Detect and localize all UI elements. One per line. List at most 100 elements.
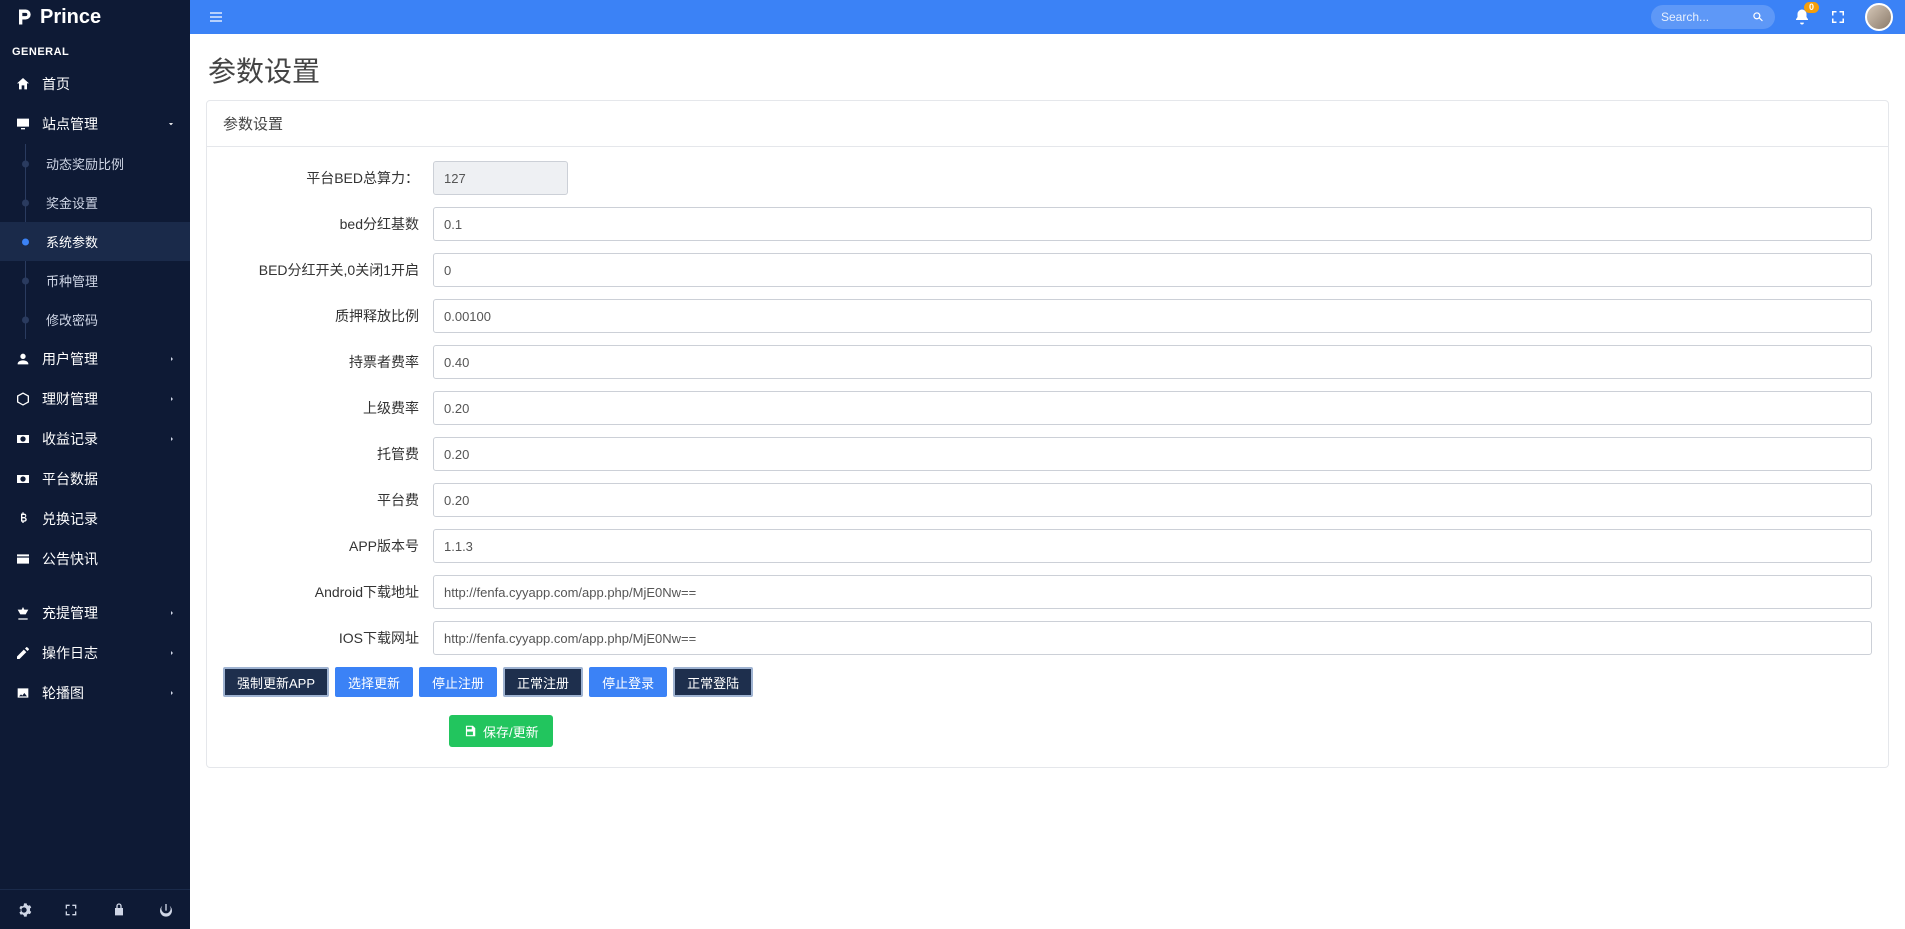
menu-toggle[interactable] — [202, 5, 230, 29]
ios-url-field[interactable] — [433, 621, 1872, 655]
image-icon — [14, 685, 32, 701]
save-button-label: 保存/更新 — [483, 722, 539, 741]
sidebar-item-exchange-records[interactable]: 兑换记录 — [0, 499, 190, 539]
sidebar-item-user-management[interactable]: 用户管理 — [0, 339, 190, 379]
platform-fee-field[interactable] — [433, 483, 1872, 517]
search-input[interactable] — [1661, 10, 1751, 24]
brand-text: Prince — [40, 6, 101, 29]
balance-icon — [14, 605, 32, 621]
field-label: APP版本号 — [223, 536, 433, 556]
content: 参数设置 参数设置 平台BED总算力： bed分红基数 BED分红开关,0关闭1… — [190, 34, 1905, 929]
sidebar-subnav: 动态奖励比例 奖金设置 系统参数 币种管理 修改密码 — [0, 144, 190, 339]
save-icon — [463, 724, 477, 738]
chevron-right-icon — [168, 395, 176, 403]
sidebar: Prince GENERAL 首页 站点管理 动态奖励比例 奖金设置 系统参数 … — [0, 0, 190, 929]
field-label: bed分红基数 — [223, 214, 433, 234]
sidebar-item-label: 平台数据 — [42, 469, 98, 489]
sidebar-item-platform-data[interactable]: 平台数据 — [0, 459, 190, 499]
brand-logo[interactable]: Prince — [0, 0, 190, 34]
sidebar-item-label: 首页 — [42, 74, 70, 94]
monitor-icon — [14, 116, 32, 132]
topbar: 0 — [190, 0, 1905, 34]
sidebar-item-home[interactable]: 首页 — [0, 64, 190, 104]
chevron-down-icon — [166, 119, 176, 129]
field-label: BED分红开关,0关闭1开启 — [223, 260, 433, 280]
sidebar-item-operation-log[interactable]: 操作日志 — [0, 633, 190, 673]
chevron-right-icon — [168, 355, 176, 363]
edit-icon — [14, 645, 32, 661]
power-icon — [158, 902, 174, 918]
money-icon — [14, 431, 32, 447]
sidebar-sub-coin-management[interactable]: 币种管理 — [0, 261, 190, 300]
field-label: 持票者费率 — [223, 352, 433, 372]
app-version-field[interactable] — [433, 529, 1872, 563]
total-power-field — [433, 161, 568, 195]
cube-icon — [14, 391, 32, 407]
expand-icon — [63, 902, 79, 918]
button-row: 强制更新APP 选择更新 停止注册 正常注册 停止登录 正常登陆 — [223, 667, 1872, 697]
lock-icon — [111, 902, 127, 918]
save-button[interactable]: 保存/更新 — [449, 715, 553, 747]
sidebar-sub-dynamic-reward[interactable]: 动态奖励比例 — [0, 144, 190, 183]
footer-power[interactable] — [143, 890, 191, 929]
trusteeship-fee-field[interactable] — [433, 437, 1872, 471]
bars-icon — [206, 9, 226, 25]
search-icon — [1751, 10, 1765, 24]
field-label: 上级费率 — [223, 398, 433, 418]
footer-lock[interactable] — [95, 890, 143, 929]
fullscreen-toggle[interactable] — [1829, 8, 1847, 26]
select-update-button[interactable]: 选择更新 — [335, 667, 413, 697]
sidebar-item-deposit-withdraw[interactable]: 充提管理 — [0, 593, 190, 633]
normal-login-button[interactable]: 正常登陆 — [673, 667, 753, 697]
chevron-right-icon — [168, 649, 176, 657]
sidebar-sub-bonus-settings[interactable]: 奖金设置 — [0, 183, 190, 222]
bitcoin-icon — [14, 511, 32, 527]
stop-login-button[interactable]: 停止登录 — [589, 667, 667, 697]
dividend-switch-field[interactable] — [433, 253, 1872, 287]
expand-icon — [1829, 8, 1847, 26]
sidebar-item-label: 用户管理 — [42, 349, 98, 369]
field-label: Android下载地址 — [223, 582, 433, 602]
force-update-button[interactable]: 强制更新APP — [223, 667, 329, 697]
sidebar-item-label: 公告快讯 — [42, 549, 98, 569]
user-icon — [14, 351, 32, 367]
field-label: IOS下载网址 — [223, 628, 433, 648]
sidebar-item-income-records[interactable]: 收益记录 — [0, 419, 190, 459]
chevron-right-icon — [168, 609, 176, 617]
sidebar-footer — [0, 889, 190, 929]
sidebar-nav: 首页 站点管理 动态奖励比例 奖金设置 系统参数 币种管理 修改密码 — [0, 64, 190, 889]
field-label: 平台费 — [223, 490, 433, 510]
holder-rate-field[interactable] — [433, 345, 1872, 379]
normal-register-button[interactable]: 正常注册 — [503, 667, 583, 697]
sidebar-item-label: 兑换记录 — [42, 509, 98, 529]
field-label: 平台BED总算力： — [223, 168, 433, 188]
sidebar-item-label: 币种管理 — [46, 271, 98, 290]
android-url-field[interactable] — [433, 575, 1872, 609]
sidebar-item-site-management[interactable]: 站点管理 — [0, 104, 190, 144]
superior-rate-field[interactable] — [433, 391, 1872, 425]
sidebar-item-finance-management[interactable]: 理财管理 — [0, 379, 190, 419]
sidebar-sub-system-params[interactable]: 系统参数 — [0, 222, 190, 261]
dividend-base-field[interactable] — [433, 207, 1872, 241]
notification-badge: 0 — [1804, 2, 1819, 13]
pledge-release-field[interactable] — [433, 299, 1872, 333]
gear-icon — [16, 902, 32, 918]
sidebar-item-label: 理财管理 — [42, 389, 98, 409]
footer-settings[interactable] — [0, 890, 48, 929]
page-title: 参数设置 — [208, 50, 1889, 90]
sidebar-item-label: 收益记录 — [42, 429, 98, 449]
sidebar-item-label: 操作日志 — [42, 643, 98, 663]
panel-header: 参数设置 — [207, 101, 1888, 147]
chevron-right-icon — [168, 435, 176, 443]
field-label: 托管费 — [223, 444, 433, 464]
stop-register-button[interactable]: 停止注册 — [419, 667, 497, 697]
search-box[interactable] — [1651, 5, 1775, 29]
sidebar-item-label: 系统参数 — [46, 232, 98, 251]
user-avatar[interactable] — [1865, 3, 1893, 31]
sidebar-item-carousel[interactable]: 轮播图 — [0, 673, 190, 713]
sidebar-item-label: 轮播图 — [42, 683, 84, 703]
footer-fullscreen[interactable] — [48, 890, 96, 929]
sidebar-item-announcements[interactable]: 公告快讯 — [0, 539, 190, 579]
notifications[interactable]: 0 — [1793, 8, 1811, 26]
sidebar-sub-change-password[interactable]: 修改密码 — [0, 300, 190, 339]
